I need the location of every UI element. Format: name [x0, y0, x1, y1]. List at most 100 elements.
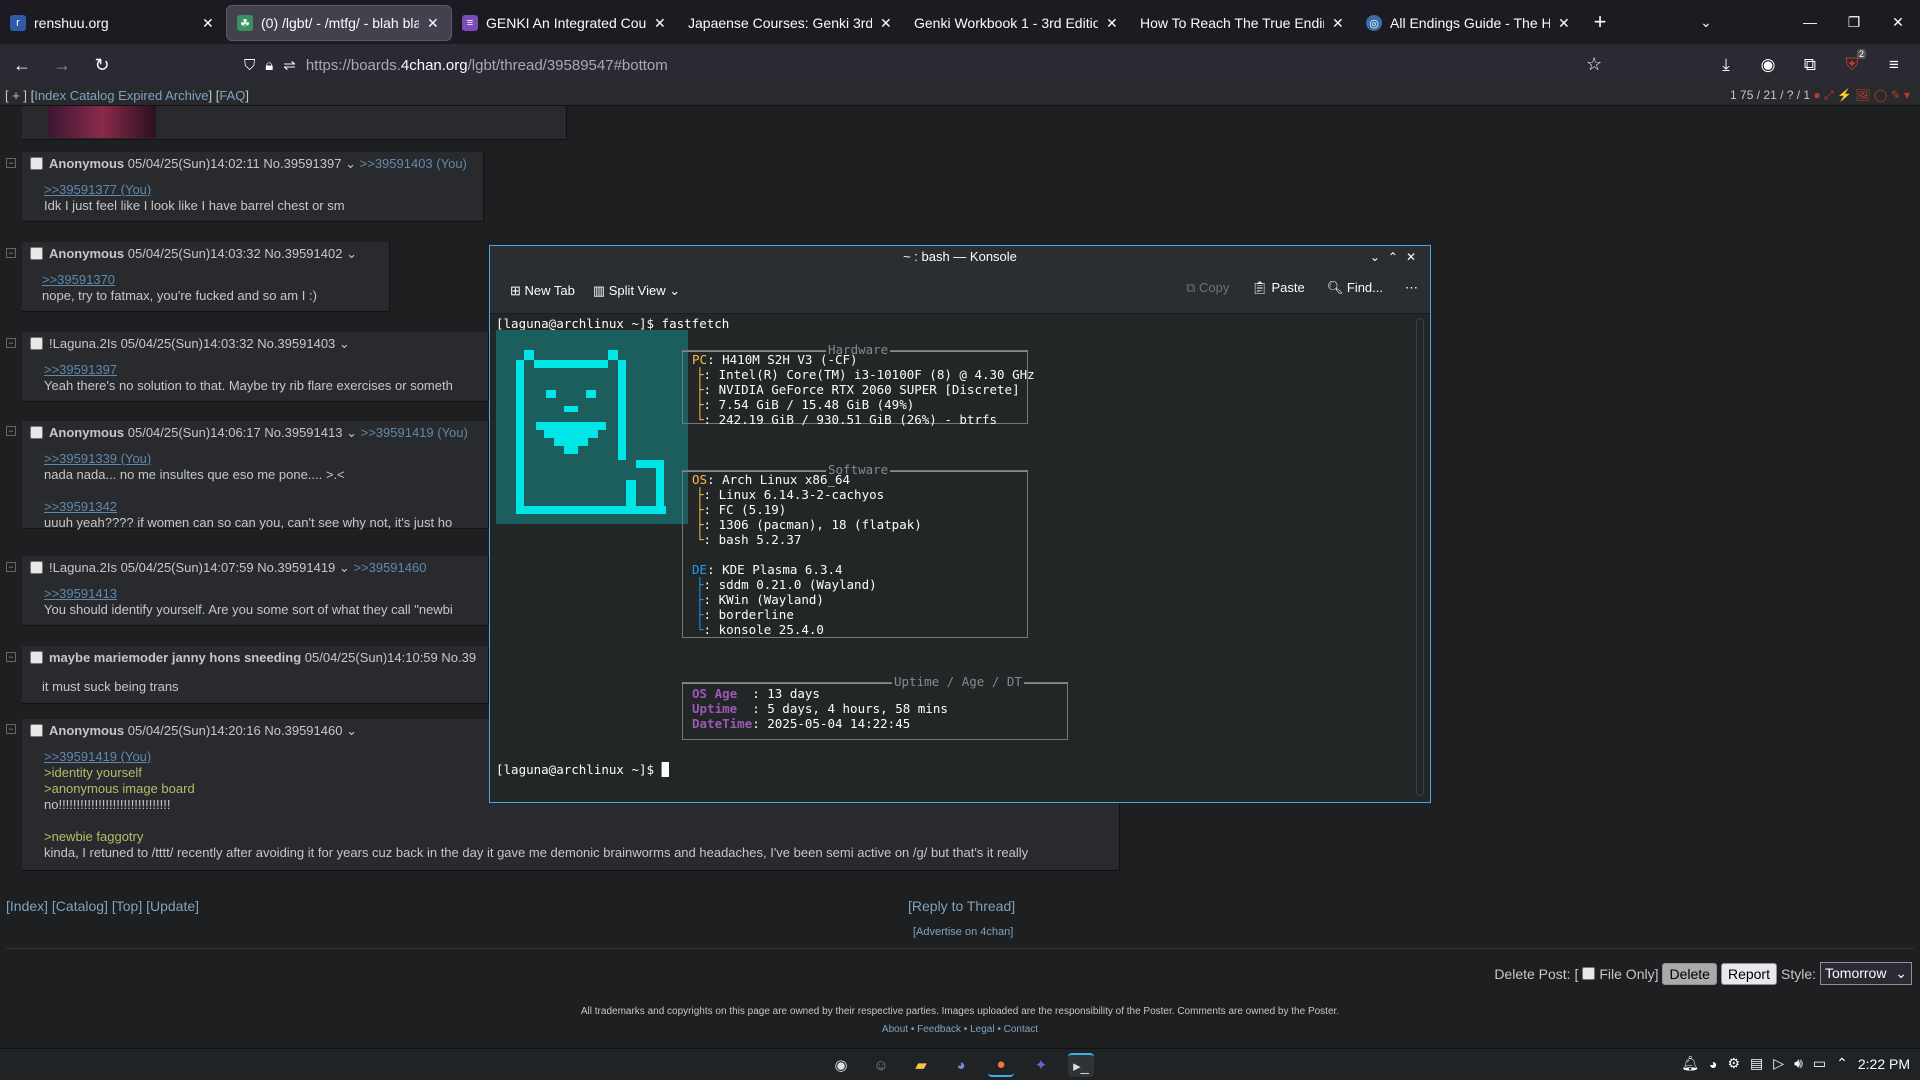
post-backlinks[interactable]: >>39591419 (You)	[361, 425, 468, 440]
file-manager-icon[interactable]: ▰	[908, 1053, 934, 1077]
lock-icon[interactable]: 🔒︎	[265, 57, 273, 74]
konsole-task-icon[interactable]: ▸_	[1068, 1053, 1094, 1077]
reply-to-thread-link[interactable]: [Reply to Thread]	[908, 898, 1015, 914]
stats-icons[interactable]: ● ⤢ ⚡ 🖼︎ ◯ ✎ ▾	[1813, 88, 1910, 102]
tab-renshuu[interactable]: r renshuu.org ✕	[0, 5, 226, 41]
post-number[interactable]: No.39591397	[263, 156, 341, 171]
steam-tray-icon[interactable]: ⚙	[1727, 1055, 1740, 1072]
report-button[interactable]: Report	[1720, 962, 1777, 985]
system-settings-icon[interactable]: ☺	[868, 1053, 894, 1077]
post-menu-chevron-icon[interactable]: ⌄	[339, 336, 350, 351]
file-only-checkbox[interactable]	[1582, 967, 1596, 980]
extensions-icon[interactable]: ⧉	[1792, 47, 1828, 83]
post-checkbox[interactable]	[30, 157, 43, 170]
url-bar[interactable]: ⛉ 🔒︎ ⇌ https://boards.4chan.org/lgbt/thr…	[234, 49, 1614, 81]
app-launcher-icon[interactable]: ◉	[828, 1053, 854, 1077]
delete-button[interactable]: Delete	[1662, 962, 1717, 985]
hide-post-icon[interactable]: −	[6, 158, 16, 168]
quote-link[interactable]: >>39591413	[44, 586, 480, 602]
firefox-icon[interactable]: ●	[988, 1053, 1014, 1077]
terminal-area[interactable]: [laguna@archlinux ~]$ fastfetch Hardware…	[496, 316, 1412, 798]
post-backlinks[interactable]: >>39591460	[353, 560, 426, 575]
tab-japanese-courses[interactable]: Japaense Courses: Genki 3rd e ✕	[678, 5, 904, 41]
hide-post-icon[interactable]: −	[6, 338, 16, 348]
back-arrow-icon[interactable]: ←	[4, 47, 40, 83]
menu-hamburger-icon[interactable]: ≡	[1876, 47, 1912, 83]
post-checkbox[interactable]	[30, 247, 43, 260]
bottom-index-link[interactable]: [Index]	[6, 898, 48, 914]
downloads-icon[interactable]: ⤓	[1708, 47, 1744, 83]
nav-index-link[interactable]: Index	[34, 88, 66, 103]
permissions-icon[interactable]: ⇌	[283, 56, 296, 74]
reload-icon[interactable]: ↻	[84, 47, 120, 83]
post-number[interactable]: No.39591419	[257, 560, 335, 575]
volume-icon[interactable]: 🔊︎	[1794, 1055, 1803, 1072]
hide-post-icon[interactable]: −	[6, 562, 16, 572]
close-tab-icon[interactable]: ✕	[427, 15, 441, 32]
close-tab-icon[interactable]: ✕	[1558, 15, 1572, 32]
split-view-button[interactable]: ▥ Split View ⌄	[593, 283, 680, 299]
bottom-catalog-link[interactable]: [Catalog]	[52, 898, 108, 914]
quote-link[interactable]: >>39591397	[44, 362, 480, 378]
hide-post-icon[interactable]: −	[6, 248, 16, 258]
tab-4chan[interactable]: ☘ (0) /lgbt/ - /mtfg/ - blah bla ✕	[226, 5, 452, 41]
terminal-scrollbar[interactable]	[1416, 318, 1424, 796]
bottom-update-link[interactable]: [Update]	[146, 898, 199, 914]
tab-genki[interactable]: ≡ GENKI An Integrated Cour ✕	[452, 5, 678, 41]
nav-faq-link[interactable]: FAQ	[219, 88, 245, 103]
close-window-icon[interactable]: ✕	[1876, 14, 1920, 31]
konsole-window[interactable]: ~ : bash — Konsole ⌄⌃✕ ⊞ New Tab ▥ Split…	[489, 245, 1431, 803]
post-checkbox[interactable]	[30, 337, 43, 350]
close-tab-icon[interactable]: ✕	[1332, 15, 1346, 32]
post-backlinks[interactable]: >>39591403 (You)	[360, 156, 467, 171]
post-number[interactable]: No.39591413	[264, 425, 342, 440]
tracking-shield-icon[interactable]: ⛉	[244, 57, 255, 74]
post-checkbox[interactable]	[30, 724, 43, 737]
find-button[interactable]: 🔍︎ Find...	[1327, 280, 1383, 296]
bottom-top-link[interactable]: [Top]	[112, 898, 142, 914]
style-select[interactable]: Tomorrow ⌄	[1820, 962, 1912, 985]
post-menu-chevron-icon[interactable]: ⌄	[346, 246, 357, 261]
tab-genki-workbook[interactable]: Genki Workbook 1 - 3rd Edition ✕	[904, 5, 1130, 41]
discord-tray-icon[interactable]: ◕	[1709, 1056, 1717, 1072]
paste-button[interactable]: 📋︎ Paste	[1251, 280, 1304, 296]
nav-catalog-link[interactable]: Catalog	[70, 88, 115, 103]
new-tab-plus-icon[interactable]: +	[1582, 4, 1618, 40]
post-number[interactable]: No.39591460	[264, 723, 342, 738]
quote-link[interactable]: >>39591370	[42, 272, 381, 288]
close-tab-icon[interactable]: ✕	[202, 15, 216, 32]
app-icon[interactable]: ✦	[1028, 1053, 1054, 1077]
close-tab-icon[interactable]: ✕	[1106, 15, 1120, 32]
media-player-icon[interactable]: ▷	[1773, 1055, 1784, 1072]
nav-expired-link[interactable]: Expired	[118, 88, 162, 103]
tray-expand-icon[interactable]: ⌃	[1836, 1055, 1848, 1072]
clock[interactable]: 2:22 PM	[1858, 1056, 1910, 1072]
post-menu-chevron-icon[interactable]: ⌄	[345, 156, 356, 171]
forward-arrow-icon[interactable]: →	[44, 47, 80, 83]
hide-post-icon[interactable]: −	[6, 652, 16, 662]
ublock-icon[interactable]: ⛨ 2	[1834, 47, 1870, 83]
tab-all-endings[interactable]: ◎ All Endings Guide - The Hu ✕	[1356, 5, 1582, 41]
account-icon[interactable]: ◉	[1750, 47, 1786, 83]
post-menu-chevron-icon[interactable]: ⌄	[346, 723, 357, 738]
minimize-icon[interactable]: —	[1788, 14, 1832, 30]
copy-button[interactable]: ⧉ Copy	[1186, 280, 1229, 296]
post-number[interactable]: No.39591403	[257, 336, 335, 351]
restore-icon[interactable]: ❐	[1832, 14, 1876, 31]
quote-link[interactable]: >>39591342	[44, 499, 480, 515]
more-options-icon[interactable]: ⋯	[1405, 280, 1418, 296]
discord-icon[interactable]: ◕	[948, 1053, 974, 1077]
quote-link[interactable]: >>39591377 (You)	[44, 182, 475, 198]
post-menu-chevron-icon[interactable]: ⌄	[346, 425, 357, 440]
footer-links[interactable]: About • Feedback • Legal • Contact	[0, 1024, 1920, 1035]
post-checkbox[interactable]	[30, 426, 43, 439]
close-tab-icon[interactable]: ✕	[880, 15, 894, 32]
hide-post-icon[interactable]: −	[6, 724, 16, 734]
clipboard-icon[interactable]: ▤	[1750, 1055, 1763, 1072]
quote-link[interactable]: >>39591339 (You)	[44, 451, 480, 467]
notifications-icon[interactable]: 🔔︎	[1681, 1055, 1699, 1072]
post-checkbox[interactable]	[30, 651, 43, 664]
battery-icon[interactable]: ▭	[1813, 1055, 1826, 1072]
post-number[interactable]: No.39591402	[264, 246, 342, 261]
tab-true-ending[interactable]: How To Reach The True Ending ✕	[1130, 5, 1356, 41]
